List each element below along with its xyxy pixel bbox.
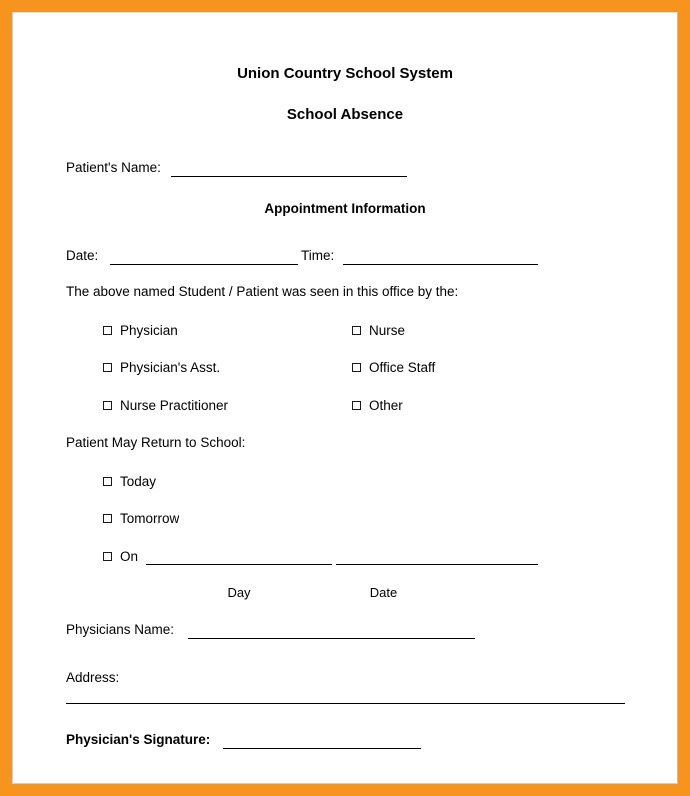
checkbox-icon[interactable] [103, 514, 112, 523]
time-label: Time: [301, 248, 335, 263]
date-input[interactable] [110, 264, 298, 265]
checkbox-label: Physician's Asst. [120, 360, 221, 375]
checkbox-label: Nurse [369, 323, 406, 338]
checkbox-icon[interactable] [103, 401, 112, 410]
checkbox-icon[interactable] [103, 477, 112, 486]
checkbox-row-physicians-asst[interactable]: Physician's Asst. [103, 360, 220, 375]
checkbox-icon[interactable] [352, 401, 361, 410]
checkbox-icon[interactable] [352, 326, 361, 335]
physician-signature-input[interactable] [223, 748, 421, 749]
date-label: Date: [66, 248, 99, 263]
date-sublabel: Date [369, 585, 398, 600]
checkbox-icon[interactable] [103, 363, 112, 372]
physician-signature-label: Physician's Signature: [66, 732, 211, 747]
appointment-section-title: Appointment Information [264, 201, 426, 216]
page-frame: Union Country School System School Absen… [0, 0, 690, 796]
checkbox-label: On [120, 549, 139, 564]
checkbox-label: Nurse Practitioner [120, 398, 229, 413]
day-sublabel: Day [227, 585, 251, 600]
return-date-input[interactable] [336, 564, 538, 565]
checkbox-icon[interactable] [352, 363, 361, 372]
patient-name-label: Patient's Name: [66, 160, 161, 175]
checkbox-icon[interactable] [103, 326, 112, 335]
return-to-school-heading: Patient May Return to School: [66, 435, 246, 450]
checkbox-row-other[interactable]: Other [352, 398, 403, 413]
checkbox-row-nurse[interactable]: Nurse [352, 323, 405, 338]
form-title: School Absence [286, 106, 404, 123]
form-document: Union Country School System School Absen… [12, 12, 678, 784]
address-input[interactable] [66, 703, 625, 704]
checkbox-row-today[interactable]: Today [103, 474, 156, 489]
seen-by-statement: The above named Student / Patient was se… [66, 284, 459, 299]
address-label: Address: [66, 670, 120, 685]
checkbox-label: Tomorrow [120, 511, 180, 526]
checkbox-label: Today [120, 474, 157, 489]
return-day-input[interactable] [146, 564, 332, 565]
checkbox-label: Other [369, 398, 403, 413]
checkbox-icon[interactable] [103, 552, 112, 561]
time-input[interactable] [343, 264, 538, 265]
checkbox-label: Office Staff [369, 360, 436, 375]
physician-name-label: Physicians Name: [66, 622, 175, 637]
checkbox-row-tomorrow[interactable]: Tomorrow [103, 511, 179, 526]
checkbox-label: Physician [120, 323, 178, 338]
organization-title: Union Country School System [237, 65, 453, 82]
checkbox-row-office-staff[interactable]: Office Staff [352, 360, 435, 375]
checkbox-row-physician[interactable]: Physician [103, 323, 178, 338]
checkbox-row-on-date[interactable]: On [103, 549, 144, 564]
patient-name-input[interactable] [171, 176, 407, 177]
checkbox-row-nurse-practitioner[interactable]: Nurse Practitioner [103, 398, 228, 413]
physician-name-input[interactable] [188, 638, 475, 639]
